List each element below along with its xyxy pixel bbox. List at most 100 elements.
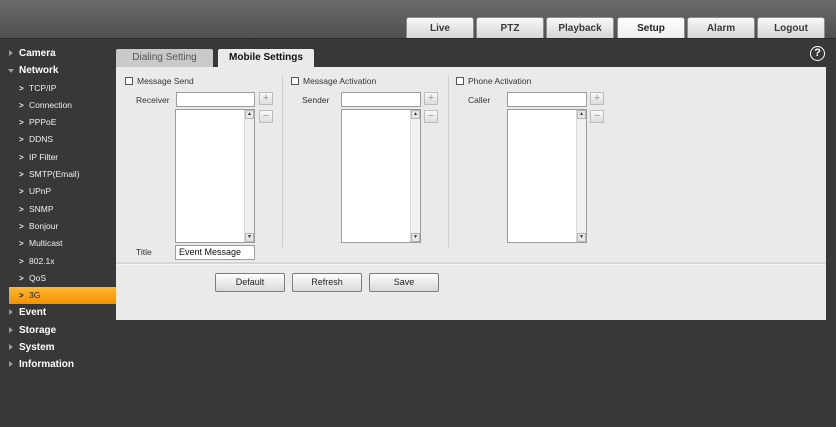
tab-alarm[interactable]: Alarm [687, 17, 755, 38]
sidebar-item-label: Connection [29, 99, 73, 110]
tab-setup[interactable]: Setup [617, 17, 685, 38]
scroll-up-icon[interactable]: ▲ [411, 110, 420, 119]
caller-input[interactable] [507, 92, 587, 107]
arrow-right-icon [9, 50, 13, 56]
refresh-button[interactable]: Refresh [292, 273, 362, 292]
message-activation-checkbox[interactable] [291, 77, 299, 85]
sidebar-category-event[interactable]: Event [0, 304, 116, 321]
caller-remove-button[interactable]: − [590, 110, 604, 123]
sidebar-category-label: Storage [19, 324, 57, 336]
mobile-settings-panel: Message Send Receiver + − ▲ ▼ Title Even… [116, 67, 826, 320]
chevron-right-icon: > [19, 170, 24, 180]
sidebar-item-label: UPnP [29, 186, 52, 197]
sidebar-category-label: Camera [19, 48, 56, 59]
receiver-label: Receiver [136, 95, 170, 105]
sidebar-category-label: Network [19, 65, 59, 77]
message-send-checkbox[interactable] [125, 77, 133, 85]
chevron-right-icon: > [19, 291, 24, 301]
sidebar-category-label: Information [19, 359, 74, 371]
chevron-right-icon: > [19, 221, 24, 231]
message-send-label: Message Send [137, 76, 194, 86]
scroll-down-icon[interactable]: ▼ [411, 233, 420, 242]
caller-list-scrollbar[interactable]: ▲ ▼ [576, 110, 586, 242]
sender-list[interactable]: ▲ ▼ [341, 109, 421, 243]
arrow-right-icon [9, 326, 13, 333]
sidebar-item-label: 802.1x [29, 255, 55, 266]
sidebar-item-tcpip[interactable]: > TCP/IP [0, 80, 116, 97]
section-divider [116, 262, 826, 265]
sidebar-item-multicast[interactable]: > Multicast [0, 235, 116, 252]
default-button[interactable]: Default [215, 273, 285, 292]
receiver-list-scrollbar[interactable]: ▲ ▼ [244, 110, 254, 242]
sender-list-scrollbar[interactable]: ▲ ▼ [410, 110, 420, 242]
sidebar-category-label: System [19, 342, 55, 354]
sidebar-item-label: DDNS [29, 134, 54, 145]
sidebar-item-8021x[interactable]: > 802.1x [0, 253, 116, 270]
sidebar-category-information[interactable]: Information [0, 356, 116, 373]
sidebar-category-system[interactable]: System [0, 339, 116, 356]
top-nav-bar: Live PTZ Playback Setup Alarm Logout [0, 0, 836, 39]
receiver-remove-button[interactable]: − [259, 110, 273, 123]
sidebar-category-storage[interactable]: Storage [0, 322, 116, 339]
sidebar-item-label: PPPoE [29, 117, 57, 128]
column-divider [282, 75, 283, 247]
caller-add-button[interactable]: + [590, 92, 604, 105]
scroll-down-icon[interactable]: ▼ [577, 233, 586, 242]
sidebar-item-label: IP Filter [29, 151, 59, 162]
sidebar-item-3g[interactable]: > 3G [9, 287, 116, 305]
scroll-up-icon[interactable]: ▲ [245, 110, 254, 119]
receiver-input[interactable] [176, 92, 255, 107]
help-icon[interactable]: ? [810, 46, 825, 61]
sidebar-item-label: SNMP [29, 203, 54, 214]
chevron-right-icon: > [19, 100, 24, 110]
tab-mobile-settings[interactable]: Mobile Settings [218, 49, 314, 67]
tab-ptz[interactable]: PTZ [476, 17, 544, 38]
sidebar-category-network[interactable]: Network [0, 62, 116, 79]
scroll-up-icon[interactable]: ▲ [577, 110, 586, 119]
sidebar-item-snmp[interactable]: > SNMP [0, 201, 116, 218]
tab-live[interactable]: Live [406, 17, 474, 38]
caller-label: Caller [468, 95, 491, 105]
sidebar-category-camera[interactable]: Camera [0, 45, 116, 62]
title-label: Title [136, 247, 152, 257]
sender-add-button[interactable]: + [424, 92, 438, 105]
sidebar-item-pppoe[interactable]: > PPPoE [0, 114, 116, 131]
column-divider [448, 75, 449, 247]
arrow-right-icon [9, 344, 13, 351]
sidebar-item-label: 3G [29, 290, 41, 301]
chevron-right-icon: > [19, 273, 24, 283]
sidebar-item-qos[interactable]: > QoS [0, 270, 116, 287]
sidebar: Camera Network > TCP/IP > Connection > P… [0, 45, 116, 374]
sidebar-category-label: Event [19, 307, 47, 319]
sidebar-item-bonjour[interactable]: > Bonjour [0, 218, 116, 235]
chevron-right-icon: > [19, 256, 24, 266]
receiver-list[interactable]: ▲ ▼ [175, 109, 255, 243]
title-input[interactable]: Event Message [175, 245, 255, 260]
tab-dialing-setting[interactable]: Dialing Setting [116, 49, 213, 67]
sidebar-item-label: TCP/IP [29, 82, 57, 93]
sidebar-item-ip-filter[interactable]: > IP Filter [0, 149, 116, 166]
tab-logout[interactable]: Logout [757, 17, 825, 38]
sidebar-item-smtp[interactable]: > SMTP(Email) [0, 166, 116, 183]
sender-input[interactable] [341, 92, 421, 107]
sender-remove-button[interactable]: − [424, 110, 438, 123]
chevron-right-icon: > [19, 204, 24, 214]
sidebar-item-upnp[interactable]: > UPnP [0, 183, 116, 200]
scroll-down-icon[interactable]: ▼ [245, 233, 254, 242]
tab-playback[interactable]: Playback [546, 17, 614, 38]
message-activation-label: Message Activation [303, 76, 377, 86]
caller-list[interactable]: ▲ ▼ [507, 109, 587, 243]
receiver-add-button[interactable]: + [259, 92, 273, 105]
chevron-right-icon: > [19, 239, 24, 249]
phone-activation-checkbox[interactable] [456, 77, 464, 85]
sender-label: Sender [302, 95, 330, 105]
save-button[interactable]: Save [369, 273, 439, 292]
chevron-right-icon: > [19, 135, 24, 145]
chevron-right-icon: > [19, 187, 24, 197]
arrow-down-icon [8, 69, 14, 74]
chevron-right-icon: > [19, 118, 24, 128]
arrow-right-icon [9, 361, 13, 368]
chevron-right-icon: > [19, 83, 24, 93]
sidebar-item-connection[interactable]: > Connection [0, 97, 116, 114]
sidebar-item-ddns[interactable]: > DDNS [0, 131, 116, 148]
